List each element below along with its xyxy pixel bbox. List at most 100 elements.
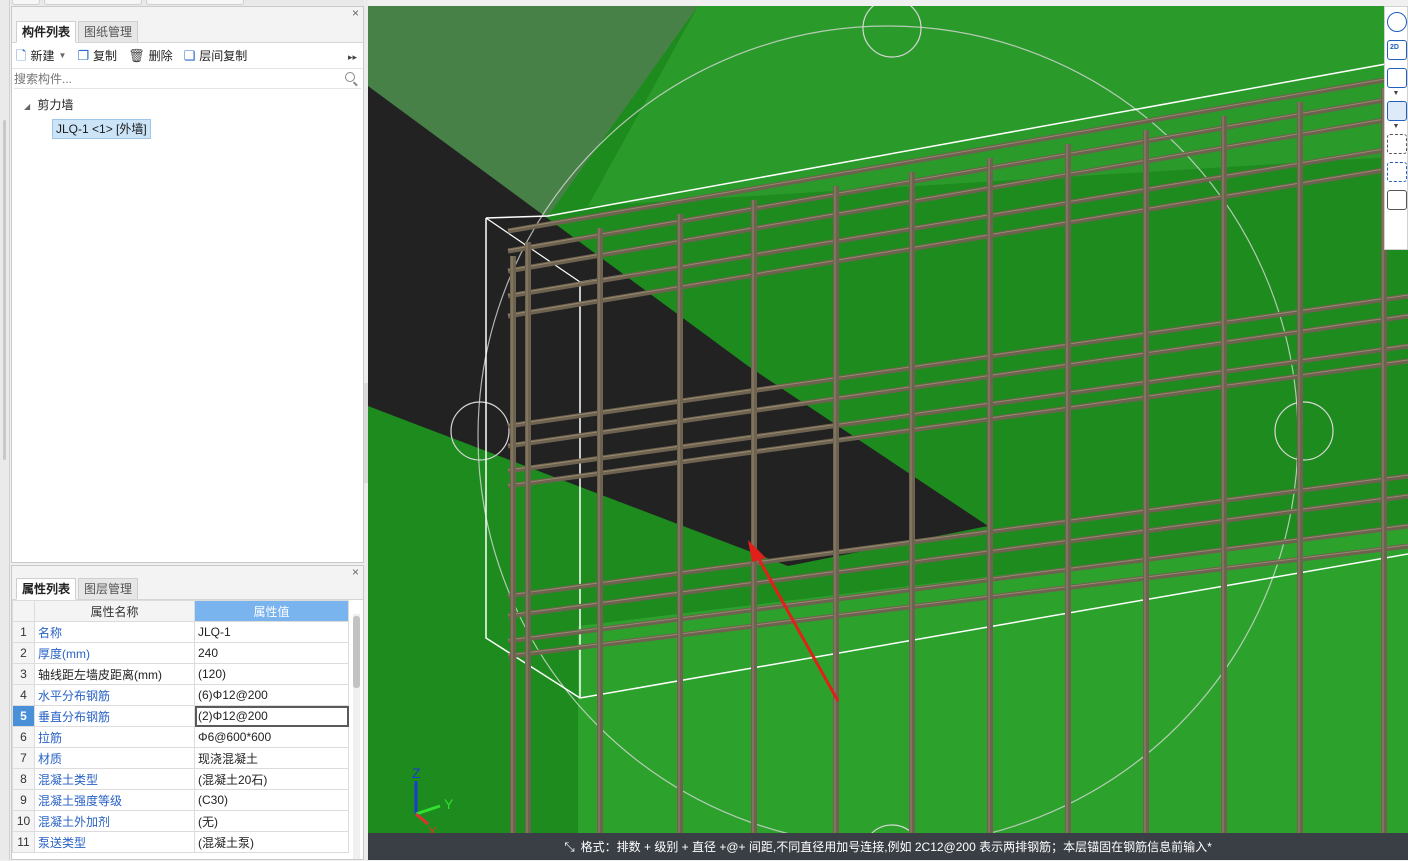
shrink-arrows-icon[interactable]: ⤡ [564,839,574,854]
table-row[interactable]: 6 拉筋 Φ6@600*600 [12,726,349,748]
doc-tab-ghost[interactable] [44,0,142,5]
orbit-icon[interactable] [1387,12,1407,32]
table-row[interactable]: 7 材质 现浇混凝土 [12,747,349,769]
row-index: 8 [12,768,35,790]
property-value[interactable]: Φ6@600*600 [194,726,349,748]
new-button[interactable]: 🗋 新建 ▼ [16,47,66,64]
selection-box-icon[interactable] [1387,134,1407,154]
property-value[interactable]: JLQ-1 [194,621,349,643]
row-index: 10 [12,810,35,832]
delete-button-label: 删除 [148,49,173,63]
cube-select-icon[interactable] [1387,162,1407,182]
property-value[interactable]: (混凝土泵) [194,831,349,853]
solid-view-icon[interactable] [1387,101,1407,121]
z-axis-label: Z [412,765,421,781]
index-header [12,600,35,622]
chevron-down-icon[interactable]: ▼ [1385,123,1407,130]
table-row[interactable]: 3 轴线距左墙皮距离(mm) (120) [12,663,349,685]
rebar-3d-scene[interactable]: ZYX [368,6,1408,860]
component-toolbar: 🗋 新建 ▼ ❐ 复制 🗑 删除 ❏ 层间复制 [12,43,363,69]
property-panel-tabbar: × 属性列表 图层管理 [12,566,363,600]
property-value[interactable]: (混凝土20石) [194,768,349,790]
property-value[interactable]: 现浇混凝土 [194,747,349,769]
tab-component-list[interactable]: 构件列表 [16,21,77,43]
new-file-icon: 🗋 [16,48,27,63]
table-row[interactable]: 2 厚度(mm) 240 [12,642,349,664]
copy-button[interactable]: ❐ 复制 [77,47,117,64]
new-button-label: 新建 [30,49,55,63]
component-search [14,69,361,89]
row-index: 5 [12,705,35,727]
row-index: 7 [12,747,35,769]
table-row[interactable]: 8 混凝土类型 (混凝土20石) [12,768,349,790]
property-name: 混凝土外加剂 [34,810,195,832]
floor-copy-button[interactable]: ❏ 层间复制 [184,47,248,64]
property-name: 混凝土强度等级 [34,789,195,811]
doc-tab-ghost[interactable] [146,0,244,5]
2d-view-icon[interactable]: 2D [1387,40,1407,60]
trash-icon: 🗑 [128,48,145,63]
property-value[interactable]: (120) [194,663,349,685]
table-row[interactable]: 11 泵送类型 (混凝土泵) [12,831,349,853]
scrollbar-thumb[interactable] [353,616,360,688]
tab-layer-management[interactable]: 图层管理 [78,578,139,600]
copy-button-label: 复制 [93,49,118,63]
tree-item-jlq-1[interactable]: JLQ-1 <1> [外墙] [52,119,151,139]
collapse-triangle-icon[interactable]: ◢ [24,97,34,117]
list-view-icon[interactable] [1387,190,1407,210]
property-name: 厚度(mm) [34,642,195,664]
property-name-header: 属性名称 [34,600,195,622]
search-icon[interactable] [345,72,355,82]
property-value[interactable]: (2)Φ12@200 [194,705,349,727]
component-panel-tabbar: × 构件列表 图纸管理 [12,7,363,43]
property-name: 材质 [34,747,195,769]
2d-label: 2D [1390,44,1399,51]
table-row[interactable]: 1 名称 JLQ-1 [12,621,349,643]
row-index: 1 [12,621,35,643]
tab-drawing-management[interactable]: 图纸管理 [78,21,139,43]
toolbar-overflow-icon[interactable]: ▸▸ [348,52,357,63]
box-view-icon[interactable] [1387,68,1407,88]
row-index: 3 [12,663,35,685]
left-edge-grip[interactable] [3,120,6,460]
property-name: 泵送类型 [34,831,195,853]
property-name: 水平分布钢筋 [34,684,195,706]
status-text: 格式：排数 + 级别 + 直径 +@+ 间距,不同直径用加号连接,例如 2C12… [580,840,1212,854]
property-value-header: 属性值 [194,600,349,622]
view-tool-strip: 2D ▼ ▼ [1384,6,1408,250]
property-value[interactable]: (无) [194,810,349,832]
row-index: 6 [12,726,35,748]
component-tree: ◢ 剪力墙 JLQ-1 <1> [外墙] [12,89,363,139]
property-table: 属性名称 属性值 1 名称 JLQ-1 2 厚度(mm) 240 3 轴线距左墙皮距离(mm)… [12,600,349,853]
component-list-panel: × 构件列表 图纸管理 🗋 新建 ▼ ❐ 复制 🗑 删除 ❏ 层间复制 ▸▸ ◢ [11,6,364,563]
property-scrollbar[interactable] [353,614,360,859]
property-name: 拉筋 [34,726,195,748]
left-edge-strip [0,0,10,860]
tree-node-shear-wall[interactable]: ◢ 剪力墙 [12,95,363,115]
close-icon[interactable]: × [352,7,359,19]
tab-property-list[interactable]: 属性列表 [16,578,77,600]
3d-viewport[interactable]: ZYX [368,6,1408,860]
row-index: 2 [12,642,35,664]
doc-tab-ghost[interactable] [12,0,40,5]
property-name: 名称 [34,621,195,643]
close-icon[interactable]: × [352,566,359,578]
property-list-panel: × 属性列表 图层管理 属性名称 属性值 1 名称 JLQ-1 2 厚度(mm) 240 3… [11,565,364,860]
table-row[interactable]: 5 垂直分布钢筋 (2)Φ12@200 [12,705,349,727]
chevron-down-icon[interactable]: ▼ [58,51,66,60]
table-row[interactable]: 10 混凝土外加剂 (无) [12,810,349,832]
property-value[interactable]: 240 [194,642,349,664]
floor-copy-button-label: 层间复制 [199,49,248,63]
y-axis-label: Y [444,796,454,812]
row-index: 4 [12,684,35,706]
chevron-down-icon[interactable]: ▼ [1385,90,1407,97]
status-bar: ⤡ 格式：排数 + 级别 + 直径 +@+ 间距,不同直径用加号连接,例如 2C1… [368,833,1408,860]
table-row[interactable]: 9 混凝土强度等级 (C30) [12,789,349,811]
table-row[interactable]: 4 水平分布钢筋 (6)Φ12@200 [12,684,349,706]
property-value[interactable]: (6)Φ12@200 [194,684,349,706]
property-name: 混凝土类型 [34,768,195,790]
delete-button[interactable]: 🗑 删除 [128,47,173,64]
property-value[interactable]: (C30) [194,789,349,811]
search-input[interactable] [14,69,361,89]
floor-copy-icon: ❏ [183,48,196,63]
